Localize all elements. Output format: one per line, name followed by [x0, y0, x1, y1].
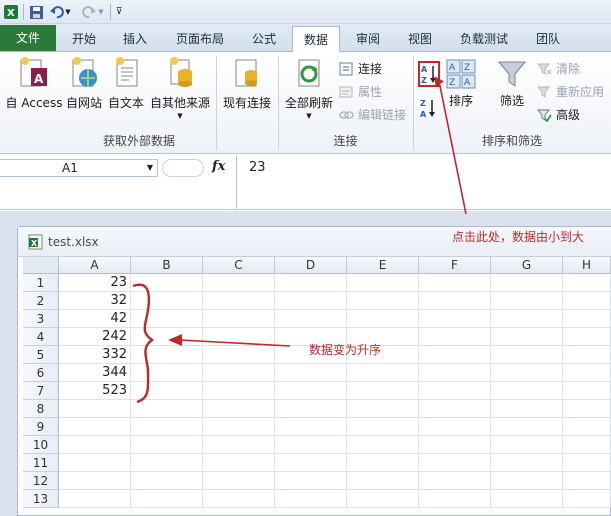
- annotation-side-note: 数据变为升序: [309, 343, 382, 357]
- annotation-arrow-to-sort: [438, 80, 467, 215]
- annotation-arrow-to-column: [179, 339, 291, 347]
- annotation-arrowhead: [168, 334, 182, 346]
- annotation-top-note: 点击此处，数据由小到大: [452, 230, 585, 244]
- annotation-layer: [132, 76, 467, 404]
- annotation-brace: [132, 283, 155, 404]
